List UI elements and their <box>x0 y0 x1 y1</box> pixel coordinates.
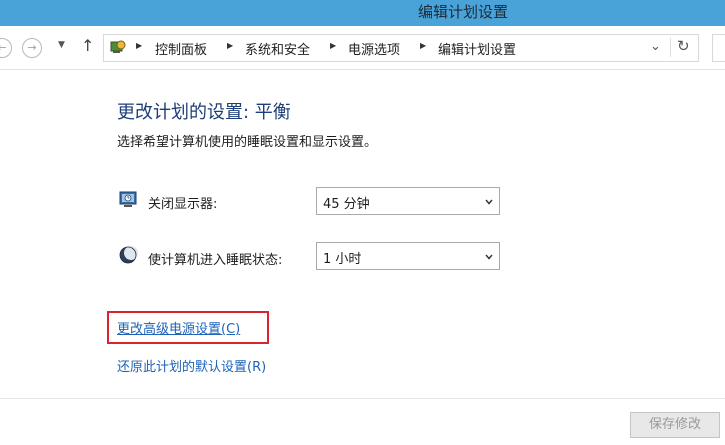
restore-defaults-link[interactable]: 还原此计划的默认设置(R) <box>117 356 266 375</box>
sleep-label: 使计算机进入睡眠状态: <box>148 253 283 268</box>
breadcrumb-separator[interactable]: ▶ <box>227 41 233 50</box>
navigation-bar: ← → ▼ ↑ ▶ 控制面板 ▶ 系统和安全 ▶ 电源选项 ▶ 编辑计划设置 ⌄… <box>0 26 725 70</box>
title-bar: 编辑计划设置 <box>0 0 725 26</box>
breadcrumb-item[interactable]: 电源选项 <box>348 39 400 58</box>
chevron-down-icon <box>485 254 493 260</box>
address-history-chevron-down-icon[interactable]: ⌄ <box>650 39 661 54</box>
sleep-moon-icon <box>119 246 138 264</box>
footer-divider <box>0 398 725 399</box>
page-title: 更改计划的设置: 平衡 <box>117 102 291 123</box>
up-arrow-icon[interactable]: ↑ <box>81 36 94 55</box>
turn-off-display-label: 关闭显示器: <box>148 197 218 212</box>
sleep-select[interactable]: 1 小时 <box>316 242 500 270</box>
forward-arrow-icon[interactable]: → <box>22 38 42 58</box>
breadcrumb-item[interactable]: 控制面板 <box>155 39 207 58</box>
chevron-down-icon <box>485 199 493 205</box>
window-title: 编辑计划设置 <box>418 3 509 21</box>
sleep-value: 1 小时 <box>323 252 362 267</box>
control-panel-icon <box>110 40 126 53</box>
turn-off-display-select[interactable]: 45 分钟 <box>316 187 500 215</box>
address-bar[interactable]: ▶ 控制面板 ▶ 系统和安全 ▶ 电源选项 ▶ 编辑计划设置 ⌄ ↻ <box>103 34 699 62</box>
address-divider <box>670 38 671 57</box>
page-subtitle: 选择希望计算机使用的睡眠设置和显示设置。 <box>117 135 378 150</box>
advanced-power-settings-link[interactable]: 更改高级电源设置(C) <box>117 318 240 337</box>
breadcrumb-item[interactable]: 系统和安全 <box>245 39 310 58</box>
breadcrumb-item[interactable]: 编辑计划设置 <box>438 39 516 58</box>
turn-off-display-value: 45 分钟 <box>323 197 370 212</box>
search-box[interactable] <box>712 34 725 62</box>
save-changes-button[interactable]: 保存修改 <box>630 412 720 438</box>
monitor-icon <box>119 191 137 207</box>
refresh-icon[interactable]: ↻ <box>677 37 690 55</box>
breadcrumb-separator[interactable]: ▶ <box>330 41 336 50</box>
breadcrumb-separator[interactable]: ▶ <box>420 41 426 50</box>
back-arrow-icon[interactable]: ← <box>0 38 12 58</box>
recent-locations-chevron-down-icon[interactable]: ▼ <box>58 40 65 50</box>
breadcrumb-separator[interactable]: ▶ <box>136 41 142 50</box>
